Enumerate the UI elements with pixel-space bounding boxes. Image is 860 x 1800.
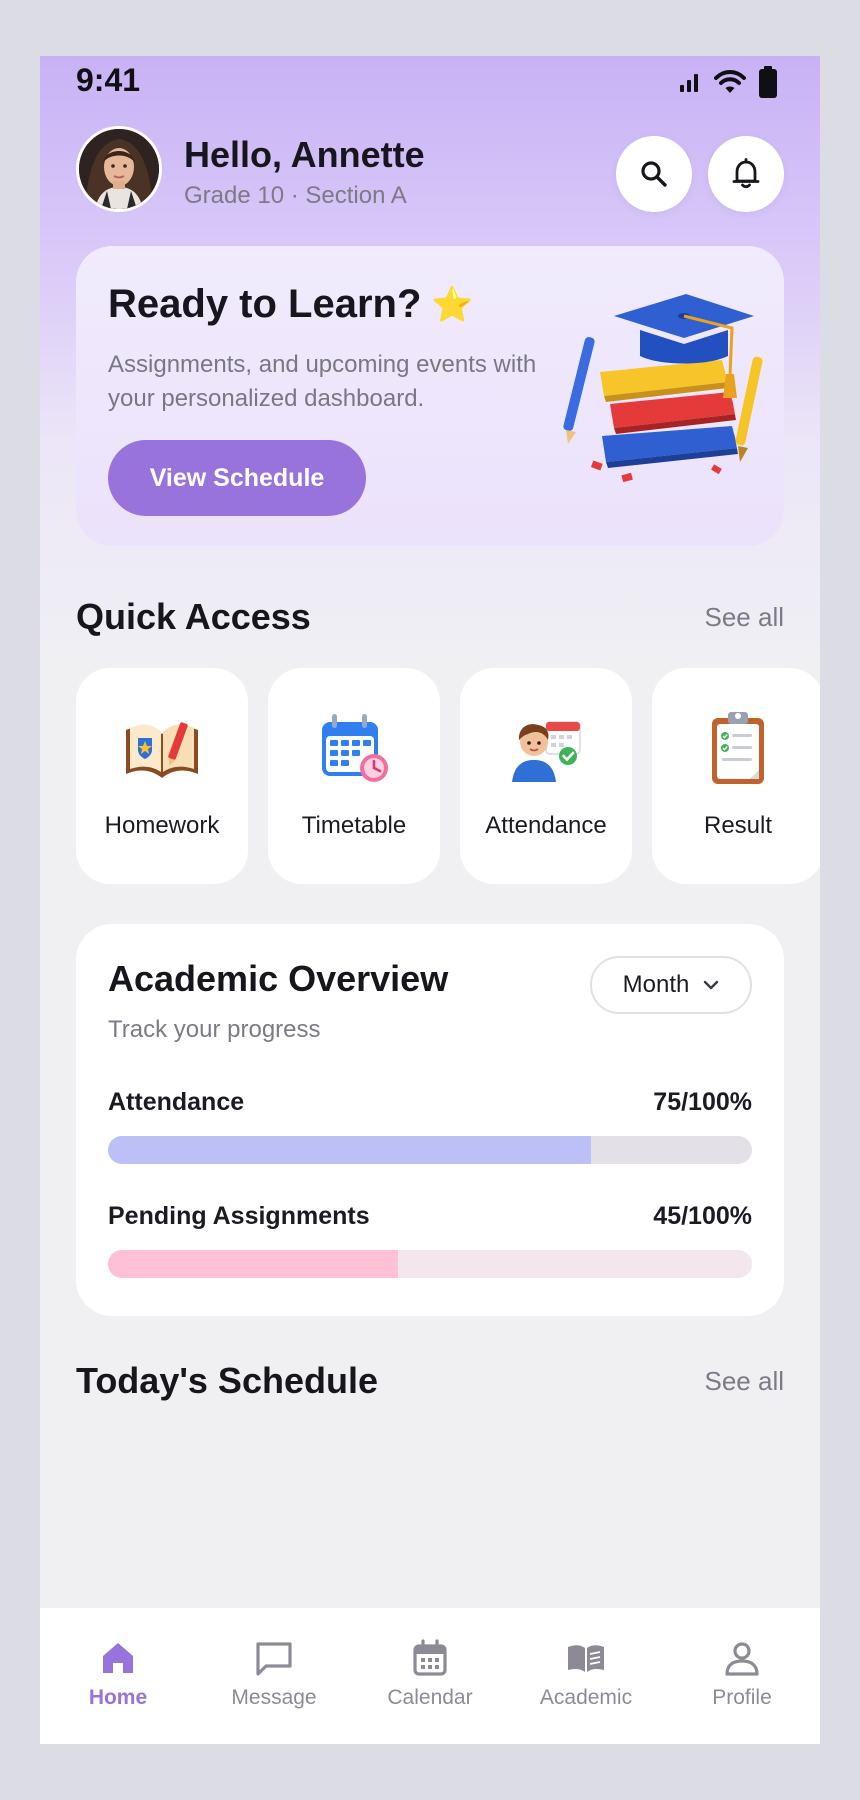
status-bar: 9:41 [40,56,820,108]
nav-item-calendar[interactable]: Calendar [352,1638,508,1718]
battery-icon [759,66,777,98]
phone-screen: 9:41 Hello, Annette Grade 10 · Section A… [40,56,820,1744]
pending-assignments-progress-bar [108,1250,752,1278]
homework-book-icon [126,722,198,778]
quick-access-homework[interactable]: Homework [76,668,248,884]
attendance-label: Attendance [108,1088,245,1116]
quick-access-label: Timetable [301,812,407,839]
nav-item-message[interactable]: Message [196,1638,352,1718]
todays-schedule-see-all[interactable]: See all [705,1366,785,1397]
hero-card: Ready to Learn? ⭐ Assignments, and upcom… [76,246,784,546]
quick-access-label: Result [703,812,773,839]
user-header: Hello, Annette Grade 10 · Section A [76,126,784,216]
nav-label: Profile [712,1686,772,1709]
quick-access-row: Homework Timetable Attendance Result [76,668,820,884]
calendar-icon [413,1639,447,1676]
nav-label: Calendar [387,1686,473,1709]
pending-assignments-progress-fill [108,1250,398,1278]
attendance-value: 75/100% [653,1088,752,1116]
signal-icon [680,74,698,92]
pending-assignments-label: Pending Assignments [108,1202,370,1230]
hero-description: Assignments, and upcoming events with yo… [108,351,537,412]
wifi-icon [714,70,746,93]
quick-access-label: Attendance [485,812,607,839]
view-schedule-button[interactable]: View Schedule [108,440,366,516]
bottom-navigation: Home Message Calendar Academic Profile [40,1608,820,1744]
nav-label: Message [231,1686,317,1709]
avatar-photo [79,129,159,209]
nav-item-profile[interactable]: Profile [664,1638,820,1718]
profile-icon [725,1642,759,1676]
chevron-down-icon [704,980,719,990]
star-icon: ⭐ [431,285,474,324]
book-icon [568,1645,604,1672]
hero-title-text: Ready to Learn? [108,282,422,326]
result-clipboard-icon [712,712,764,784]
academic-overview-card: Academic Overview Track your progress Mo… [76,924,784,1316]
nav-label: Home [88,1686,148,1709]
period-select-value: Month [622,971,690,998]
attendance-progress-fill [108,1136,591,1164]
period-select[interactable]: Month [590,956,752,1014]
status-time: 9:41 [76,62,141,98]
grade-section: Grade 10 · Section A [184,182,407,209]
quick-access-label: Homework [104,812,220,839]
quick-access-attendance[interactable]: Attendance [460,668,632,884]
quick-access-see-all[interactable]: See all [705,602,785,633]
quick-access-timetable[interactable]: Timetable [268,668,440,884]
books-graduation-illustration [563,294,763,483]
avatar[interactable] [76,126,162,212]
home-icon [103,1643,133,1673]
status-icons [678,66,778,98]
attendance-progress-bar [108,1136,752,1164]
academic-overview-title: Academic Overview [108,958,449,999]
message-icon [256,1642,292,1676]
pending-assignments-value: 45/100% [653,1202,752,1230]
search-button[interactable] [616,136,692,212]
hero-title: Ready to Learn? ⭐ [108,282,474,327]
attendance-student-icon [512,721,581,782]
bell-icon [732,158,760,189]
quick-access-result[interactable]: Result [652,668,820,884]
search-icon [641,161,667,187]
nav-item-academic[interactable]: Academic [508,1638,664,1718]
notification-button[interactable] [708,136,784,212]
quick-access-title: Quick Access [76,596,311,637]
greeting-title: Hello, Annette [184,134,425,175]
timetable-calendar-icon [322,714,388,782]
nav-item-home[interactable]: Home [40,1638,196,1718]
todays-schedule-title: Today's Schedule [76,1360,378,1401]
nav-label: Academic [539,1686,633,1709]
academic-overview-subtitle: Track your progress [108,1016,321,1043]
